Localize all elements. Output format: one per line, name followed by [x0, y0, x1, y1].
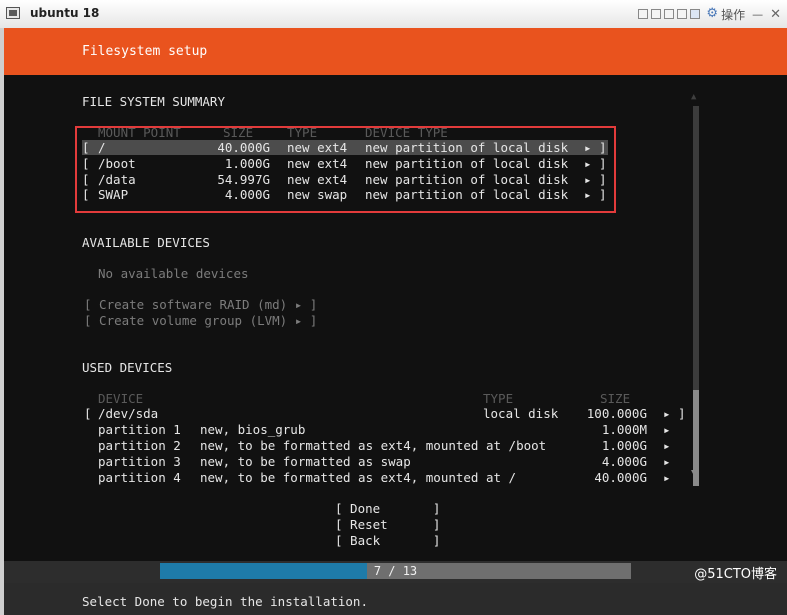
create-lvm-button[interactable]: [ Create volume group (LVM) ▸ ]: [84, 313, 317, 328]
row-type: new ext4: [287, 156, 348, 171]
fullscreen-icon[interactable]: [651, 9, 662, 19]
column-mount-point: MOUNT POINT: [98, 125, 181, 140]
row-action-arrow[interactable]: ▸ ]: [584, 187, 607, 202]
row-mount: SWAP: [98, 187, 129, 202]
used-devices-heading: USED DEVICES: [82, 360, 173, 375]
back-button[interactable]: [ Back ]: [335, 533, 440, 548]
partition-desc: new, to be formatted as ext4, mounted at…: [200, 470, 517, 485]
reset-button[interactable]: [ Reset ]: [335, 517, 440, 532]
window-titlebar: ubuntu 18 ⚙ 操作 — ✕: [0, 0, 787, 29]
column-device-type: DEVICE TYPE: [365, 125, 448, 140]
no-devices-text: No available devices: [98, 266, 249, 281]
row-action-arrow[interactable]: ▸ ]: [584, 140, 607, 155]
row-action-arrow[interactable]: ▸ ]: [584, 172, 607, 187]
partition-desc: new, to be formatted as ext4, mounted at…: [200, 438, 547, 453]
progress-area: 7 / 13: [4, 561, 787, 583]
footer-hint: Select Done to begin the installation.: [82, 594, 368, 609]
partition-name: partition 3: [98, 454, 181, 469]
close-button[interactable]: ✕: [770, 7, 781, 22]
row-type: new ext4: [287, 140, 348, 155]
row-mount: /: [98, 140, 106, 155]
row-action-arrow[interactable]: ▸: [663, 422, 671, 437]
console-toggle-icon[interactable]: [638, 9, 649, 19]
partition-size: 1.000G: [601, 438, 647, 453]
column-size: SIZE: [600, 391, 631, 406]
row-device-type: new partition of local disk: [365, 156, 569, 171]
page-title: Filesystem setup: [82, 44, 208, 59]
row-action-arrow[interactable]: ▸ ]: [663, 406, 686, 421]
vm-screen[interactable]: Filesystem setup FILE SYSTEM SUMMARY MOU…: [4, 28, 787, 615]
row-size: 54.997G: [217, 172, 270, 187]
column-type: TYPE: [483, 391, 514, 406]
row-action-arrow[interactable]: ▸: [663, 438, 671, 453]
row-type: new swap: [287, 187, 348, 202]
partition-size: 4.000G: [601, 454, 647, 469]
progress-track: 7 / 13: [160, 563, 631, 579]
flag-icon[interactable]: [690, 9, 701, 19]
row-open-bracket: [: [82, 172, 98, 187]
done-button[interactable]: [ Done ]: [335, 501, 440, 516]
installer-header: Filesystem setup: [4, 28, 787, 75]
fs-summary-heading: FILE SYSTEM SUMMARY: [82, 94, 225, 109]
row-device-type: new partition of local disk: [365, 140, 569, 155]
row-device-type: new partition of local disk: [365, 187, 569, 202]
partition-size: 40.000G: [594, 470, 647, 485]
row-open-bracket: [: [82, 156, 98, 171]
row-type: new ext4: [287, 172, 348, 187]
available-devices-heading: AVAILABLE DEVICES: [82, 235, 210, 250]
titlebar-controls: ⚙ 操作 — ✕: [638, 6, 781, 22]
unity-icon[interactable]: [677, 9, 688, 19]
send-keys-icon[interactable]: [664, 9, 675, 19]
create-raid-button[interactable]: [ Create software RAID (md) ▸ ]: [84, 297, 317, 312]
scroll-up-icon[interactable]: ▲: [691, 92, 696, 102]
partition-desc: new, to be formatted as swap: [200, 454, 411, 469]
partition-name: partition 2: [98, 438, 181, 453]
row-mount: /data: [98, 172, 136, 187]
disk-name: /dev/sda: [98, 406, 159, 421]
partition-name: partition 1: [98, 422, 181, 437]
gear-icon[interactable]: ⚙: [706, 7, 718, 21]
row-open-bracket: [: [82, 187, 98, 202]
row-size: 4.000G: [224, 187, 270, 202]
watermark: @51CTO博客: [694, 567, 777, 582]
row-action-arrow[interactable]: ▸ ]: [584, 156, 607, 171]
row-device-type: new partition of local disk: [365, 172, 569, 187]
partition-name: partition 4: [98, 470, 181, 485]
column-device: DEVICE: [98, 391, 144, 406]
row-size: 1.000G: [224, 156, 270, 171]
scroll-down-icon[interactable]: ▼: [691, 468, 696, 478]
actions-menu[interactable]: 操作: [721, 6, 745, 23]
progress-text: 7 / 13: [373, 564, 418, 578]
row-open-bracket: [: [82, 140, 98, 155]
row-open-bracket: [: [84, 406, 100, 421]
column-size: SIZE: [223, 125, 254, 140]
row-action-arrow[interactable]: ▸: [663, 454, 671, 469]
window-title: ubuntu 18: [30, 6, 100, 20]
column-type: TYPE: [287, 125, 318, 140]
minimize-button[interactable]: —: [752, 8, 763, 21]
status-footer: Select Done to begin the installation.: [4, 583, 787, 615]
partition-desc: new, bios_grub: [200, 422, 306, 437]
row-mount: /boot: [98, 156, 136, 171]
disk-size: 100.000G: [586, 406, 647, 421]
partition-size: 1.000M: [601, 422, 647, 437]
vm-window-icon: [6, 7, 20, 19]
row-action-arrow[interactable]: ▸: [663, 470, 671, 485]
row-size: 40.000G: [217, 140, 270, 155]
disk-type: local disk: [483, 406, 559, 421]
